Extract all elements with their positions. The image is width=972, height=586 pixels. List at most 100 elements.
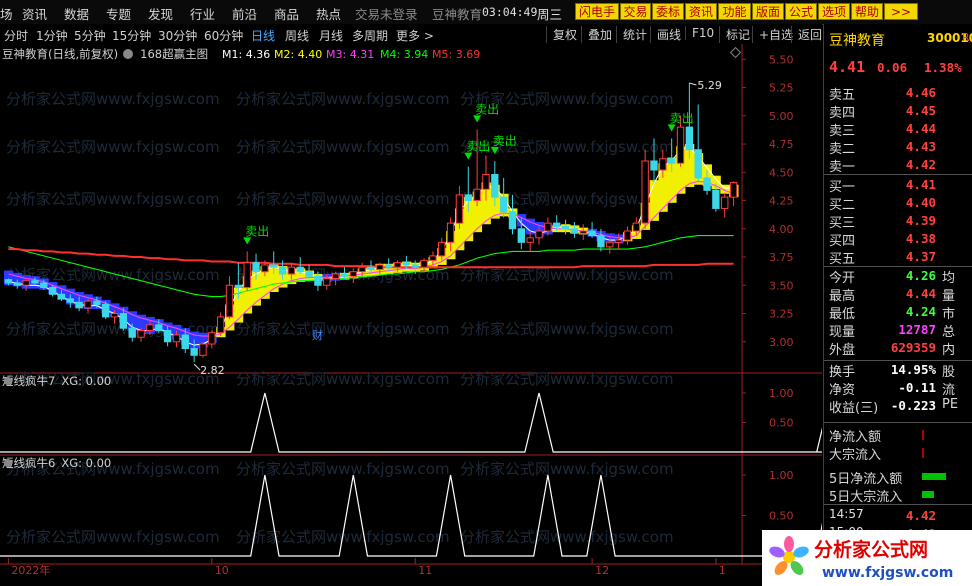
menu-item-4[interactable]: 发现 <box>148 4 173 23</box>
candle-body <box>650 160 658 171</box>
tool-button-7[interactable]: 返回 <box>791 26 822 43</box>
quick-button-6[interactable]: 公式 <box>785 3 817 20</box>
period-tab-0[interactable]: 分时 <box>4 27 28 44</box>
menu-item-1[interactable]: 资讯 <box>22 4 47 23</box>
flow-tick-0 <box>922 430 924 440</box>
watermark-text: 分析家公式网www.fxjgsw.com <box>460 320 674 338</box>
menu-item-8[interactable]: 热点 <box>316 4 341 23</box>
period-tab-9[interactable]: 多周期 <box>352 27 388 44</box>
tool-button-1[interactable]: 叠加 <box>581 26 612 43</box>
candle-body <box>66 298 75 303</box>
quick-button-0[interactable]: 闪电手 <box>575 3 619 20</box>
watermark-text: 分析家公式网www.fxjgsw.com <box>6 90 220 108</box>
quote-panel: 豆神教育300010R4.410.061.38%卖五4.46卖四4.45卖三4.… <box>823 24 972 586</box>
price-axis-label: 5.50 <box>769 53 794 66</box>
candle-body <box>499 196 508 213</box>
stat-value-1: 4.44 <box>905 286 936 301</box>
stat-label-1: 最高 <box>829 289 856 304</box>
tool-button-5[interactable]: 标记 <box>719 26 750 43</box>
candle-body <box>13 282 21 286</box>
stat-extra-2: 市 <box>942 307 956 322</box>
stat-label-5: 换手 <box>829 365 856 380</box>
candle-body <box>22 280 30 286</box>
high-price-label: 5.29 <box>697 79 722 92</box>
candle-body <box>181 334 189 350</box>
candle-body <box>676 126 685 164</box>
candle-body <box>438 241 446 257</box>
period-tab-2[interactable]: 5分钟 <box>74 27 106 44</box>
menu-item-3[interactable]: 专题 <box>106 4 131 23</box>
period-tab-10[interactable]: 更多 > <box>396 27 434 44</box>
title-dropdown-icon[interactable] <box>123 49 133 59</box>
candle-body <box>455 194 464 224</box>
candle-body <box>278 266 287 275</box>
quick-button-7[interactable]: 选项 <box>818 3 850 20</box>
candle-body <box>597 235 605 248</box>
tool-button-6[interactable]: +自选 <box>752 26 793 43</box>
period-tab-7[interactable]: 周线 <box>285 27 309 44</box>
tool-button-2[interactable]: 统计 <box>616 26 647 43</box>
period-tab-5[interactable]: 60分钟 <box>204 27 243 44</box>
tool-button-4[interactable]: F10 <box>685 26 714 40</box>
sell-signal-label: 卖出 <box>245 224 269 238</box>
finance-marker[interactable]: 财 <box>312 328 323 342</box>
stat-label-6: 净资 <box>829 383 856 398</box>
price-axis-label: 4.50 <box>769 166 794 179</box>
candle-body <box>40 282 48 289</box>
quick-button-5[interactable]: 版面 <box>752 3 784 20</box>
candle-body <box>163 329 172 343</box>
candle-body <box>526 237 534 243</box>
quick-button-1[interactable]: 交易 <box>620 3 651 20</box>
menu-item-5[interactable]: 行业 <box>190 4 215 23</box>
bid-row-2-value: 4.39 <box>905 213 936 228</box>
period-tab-8[interactable]: 月线 <box>319 27 343 44</box>
chart-title-line: 豆神教育(日线,前复权) 168超赢主图 <box>2 47 208 61</box>
candle-body <box>4 279 13 284</box>
stat-value-4: 629359 <box>890 340 936 355</box>
candle-body <box>659 158 667 171</box>
sell-signal-label: 卖出 <box>466 140 490 154</box>
ma-legend-m2: M2: 4.40 <box>274 48 322 61</box>
low-price-label: 2.82 <box>200 364 225 377</box>
tool-button-3[interactable]: 画线 <box>650 26 681 43</box>
watermark-text: 分析家公式网www.fxjgsw.com <box>236 370 450 388</box>
turnover-divider <box>824 360 972 361</box>
candle-body <box>146 324 154 331</box>
candle-body <box>606 241 614 248</box>
subchart-2-dropdown-icon[interactable] <box>4 459 12 467</box>
candle-body <box>694 149 702 179</box>
menu-dim-item-1[interactable]: 豆神教育 <box>432 4 482 23</box>
price-axis-label: 3.00 <box>769 336 794 349</box>
flow-label-3: 5日大宗流入 <box>829 490 903 505</box>
period-tab-1[interactable]: 1分钟 <box>36 27 68 44</box>
menu-item-0[interactable]: 场 <box>0 4 13 23</box>
menu-item-7[interactable]: 商品 <box>274 4 299 23</box>
subchart-1-dropdown-icon[interactable] <box>4 377 12 385</box>
ask-row-2-label: 卖三 <box>829 124 856 139</box>
stat-extra-4: 内 <box>942 343 956 358</box>
stat-label-7: 收益(三) <box>829 401 879 416</box>
price-axis-label: 4.25 <box>769 195 794 208</box>
price-change-pct: 1.38% <box>924 60 962 75</box>
flow-tick-1 <box>922 448 924 458</box>
quick-button-9[interactable]: >> <box>884 3 918 20</box>
ma-legend-m1: M1: 4.36 <box>222 48 270 61</box>
menu-item-2[interactable]: 数据 <box>64 4 89 23</box>
period-tab-4[interactable]: 30分钟 <box>158 27 197 44</box>
quick-button-8[interactable]: 帮助 <box>851 3 883 20</box>
sell-signal-label: 卖出 <box>475 102 499 116</box>
quick-button-2[interactable]: 委标 <box>652 3 684 20</box>
candle-body <box>411 264 419 268</box>
period-tab-3[interactable]: 15分钟 <box>112 27 151 44</box>
quick-button-3[interactable]: 资讯 <box>685 3 717 20</box>
menu-item-6[interactable]: 前沿 <box>232 4 257 23</box>
watermark-text: 分析家公式网www.fxjgsw.com <box>236 190 450 208</box>
period-tab-6[interactable]: 日线 <box>251 27 275 44</box>
x-axis-label: 10 <box>215 564 229 577</box>
menu-dim-item-0[interactable]: 交易未登录 <box>355 4 418 23</box>
tool-button-0[interactable]: 复权 <box>546 26 577 43</box>
kline-chart-area[interactable]: 分析家公式网www.fxjgsw.com 分析家公式网www.fxjgsw.com… <box>0 44 822 584</box>
candle-body <box>93 300 101 305</box>
watermark-text: 分析家公式网www.fxjgsw.com <box>460 370 674 388</box>
quick-button-4[interactable]: 功能 <box>718 3 751 20</box>
